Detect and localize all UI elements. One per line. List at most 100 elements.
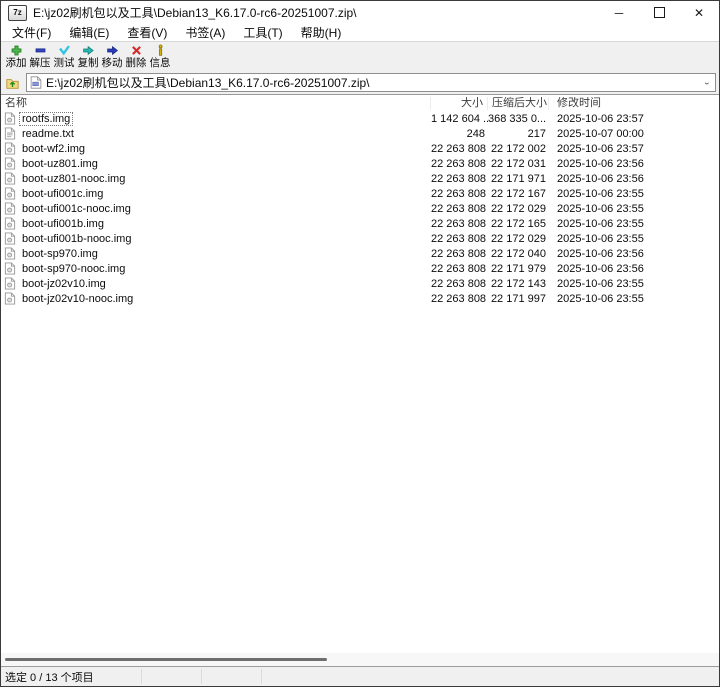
file-name[interactable]: boot-uz801-nooc.img xyxy=(19,172,128,186)
file-name[interactable]: boot-uz801.img xyxy=(19,157,101,171)
file-name[interactable]: boot-ufi001c.img xyxy=(19,187,106,201)
toolbar-delete-button[interactable]: 删除 xyxy=(124,44,148,70)
file-name-cell: rootfs.img xyxy=(1,111,431,126)
file-packed-size: 22 171 997 xyxy=(490,292,546,305)
file-name[interactable]: boot-ufi001c-nooc.img xyxy=(19,202,134,216)
file-rows: rootfs.img 1 142 604 ... 368 335 0... 2025-… xyxy=(1,111,719,666)
file-size: 22 263 808 xyxy=(431,202,487,215)
close-button[interactable]: ✕ xyxy=(679,1,719,24)
file-row[interactable]: boot-wf2.img 22 263 808 22 172 002 2025-10-… xyxy=(1,141,719,156)
chevron-down-icon[interactable]: ⌄ xyxy=(703,78,712,87)
up-folder-icon xyxy=(6,78,19,89)
menu-item-help[interactable]: 帮助(H) xyxy=(292,24,351,41)
file-name[interactable]: boot-jz02v10.img xyxy=(19,277,109,291)
column-header-name[interactable]: 名称 xyxy=(1,96,431,110)
extract-minus-icon xyxy=(35,48,45,53)
file-name-cell: boot-jz02v10-nooc.img xyxy=(1,292,431,306)
toolbar-move-button[interactable]: 移动 xyxy=(100,44,124,70)
file-name[interactable]: boot-ufi001b-nooc.img xyxy=(19,232,134,246)
menu-item-tools[interactable]: 工具(T) xyxy=(234,24,291,41)
file-modified: 2025-10-06 23:57 xyxy=(557,112,644,125)
file-name[interactable]: boot-wf2.img xyxy=(19,142,88,156)
file-name-cell: boot-ufi001b-nooc.img xyxy=(1,232,431,246)
file-row[interactable]: boot-ufi001c.img 22 263 808 22 172 167 2025… xyxy=(1,186,719,201)
file-modified: 2025-10-06 23:57 xyxy=(557,142,644,155)
up-one-level-button[interactable] xyxy=(4,75,21,91)
file-modified: 2025-10-06 23:56 xyxy=(557,247,644,260)
file-name[interactable]: readme.txt xyxy=(19,127,77,141)
file-row[interactable]: boot-sp970-nooc.img 22 263 808 22 171 979 2… xyxy=(1,261,719,276)
img-file-icon xyxy=(4,292,16,305)
status-bar: 选定 0 / 13 个项目 xyxy=(1,666,719,686)
toolbar-extract-label: 解压 xyxy=(29,57,51,69)
file-name-cell: boot-wf2.img xyxy=(1,142,431,156)
file-name[interactable]: boot-ufi001b.img xyxy=(19,217,107,231)
file-name[interactable]: boot-sp970.img xyxy=(19,247,101,261)
toolbar-add-button[interactable]: 添加 xyxy=(4,44,28,70)
file-packed-size: 22 172 165 xyxy=(490,217,546,230)
maximize-button[interactable] xyxy=(639,1,679,24)
column-header-modified[interactable]: 修改时间 xyxy=(549,97,719,110)
column-header-packed[interactable]: 压缩后大小 xyxy=(488,96,549,110)
file-row[interactable]: readme.txt 248 217 2025-10-07 00:00 xyxy=(1,126,719,141)
file-name[interactable]: rootfs.img xyxy=(19,111,74,126)
toolbar-test-button[interactable]: 测试 xyxy=(52,44,76,70)
toolbar-copy-label: 复制 xyxy=(77,57,99,69)
file-size: 22 263 808 xyxy=(431,292,487,305)
file-modified: 2025-10-06 23:55 xyxy=(557,217,644,230)
file-row[interactable]: boot-jz02v10-nooc.img 22 263 808 22 171 99… xyxy=(1,291,719,306)
file-name[interactable]: boot-jz02v10-nooc.img xyxy=(19,292,136,306)
file-name-cell: boot-ufi001c.img xyxy=(1,187,431,201)
toolbar-delete-label: 删除 xyxy=(125,57,147,69)
file-list-panel: 名称 大小 压缩后大小 修改时间 rootfs.img 1 142 604 ... 368… xyxy=(1,94,719,666)
file-size: 1 142 604 ... xyxy=(431,112,488,125)
file-row[interactable]: boot-uz801-nooc.img 22 263 808 22 171 971 2… xyxy=(1,171,719,186)
file-name-cell: boot-ufi001b.img xyxy=(1,217,431,231)
img-file-icon xyxy=(4,217,16,230)
file-modified: 2025-10-06 23:55 xyxy=(557,292,644,305)
file-name-cell: boot-uz801.img xyxy=(1,157,431,171)
file-row[interactable]: boot-sp970.img 22 263 808 22 172 040 2025-1… xyxy=(1,246,719,261)
file-name-cell: boot-uz801-nooc.img xyxy=(1,172,431,186)
test-check-icon xyxy=(58,45,70,56)
column-header-size[interactable]: 大小 xyxy=(431,96,488,110)
file-name[interactable]: boot-sp970-nooc.img xyxy=(19,262,128,276)
move-arrow-icon xyxy=(106,45,118,56)
window-controls: ─ ✕ xyxy=(599,1,719,24)
file-modified: 2025-10-06 23:55 xyxy=(557,277,644,290)
address-bar: E:\jz02刷机包以及工具\Debian13_K6.17.0-rc6-2025… xyxy=(1,73,719,94)
menu-item-bookmarks[interactable]: 书签(A) xyxy=(176,24,234,41)
file-row[interactable]: boot-ufi001b.img 22 263 808 22 172 165 2025… xyxy=(1,216,719,231)
horizontal-scrollbar[interactable] xyxy=(1,653,719,666)
maximize-icon xyxy=(653,7,665,18)
delete-x-icon xyxy=(131,46,141,55)
toolbar-copy-button[interactable]: 复制 xyxy=(76,44,100,70)
address-path[interactable]: E:\jz02刷机包以及工具\Debian13_K6.17.0-rc6-2025… xyxy=(46,74,699,91)
file-packed-size: 22 172 029 xyxy=(490,202,546,215)
minimize-button[interactable]: ─ xyxy=(599,1,639,24)
copy-arrow-icon xyxy=(82,45,94,56)
file-packed-size: 217 xyxy=(527,127,546,140)
file-packed-size: 22 171 979 xyxy=(490,262,546,275)
status-divider xyxy=(261,669,262,684)
horizontal-scrollbar-thumb[interactable] xyxy=(5,658,327,661)
file-row[interactable]: boot-ufi001b-nooc.img 22 263 808 22 172 02… xyxy=(1,231,719,246)
toolbar-extract-button[interactable]: 解压 xyxy=(28,44,52,70)
status-divider xyxy=(141,669,142,684)
toolbar-info-button[interactable]: 信息 xyxy=(148,44,172,70)
menu-item-view[interactable]: 查看(V) xyxy=(118,24,176,41)
menu-item-edit[interactable]: 编辑(E) xyxy=(60,24,118,41)
toolbar: 添加 解压 测试 复制 移动 删除 信息 xyxy=(1,42,719,73)
file-name-cell: boot-jz02v10.img xyxy=(1,277,431,291)
file-row[interactable]: rootfs.img 1 142 604 ... 368 335 0... 2025-… xyxy=(1,111,719,126)
file-row[interactable]: boot-ufi001c-nooc.img 22 263 808 22 172 02… xyxy=(1,201,719,216)
file-modified: 2025-10-07 00:00 xyxy=(557,127,644,140)
file-modified: 2025-10-06 23:56 xyxy=(557,157,644,170)
address-combobox[interactable]: E:\jz02刷机包以及工具\Debian13_K6.17.0-rc6-2025… xyxy=(26,73,716,92)
img-file-icon xyxy=(4,262,16,275)
file-row[interactable]: boot-jz02v10.img 22 263 808 22 172 143 2025… xyxy=(1,276,719,291)
file-name-cell: readme.txt xyxy=(1,127,431,141)
file-modified: 2025-10-06 23:55 xyxy=(557,202,644,215)
file-row[interactable]: boot-uz801.img 22 263 808 22 172 031 2025-1… xyxy=(1,156,719,171)
menu-item-file[interactable]: 文件(F) xyxy=(3,24,60,41)
